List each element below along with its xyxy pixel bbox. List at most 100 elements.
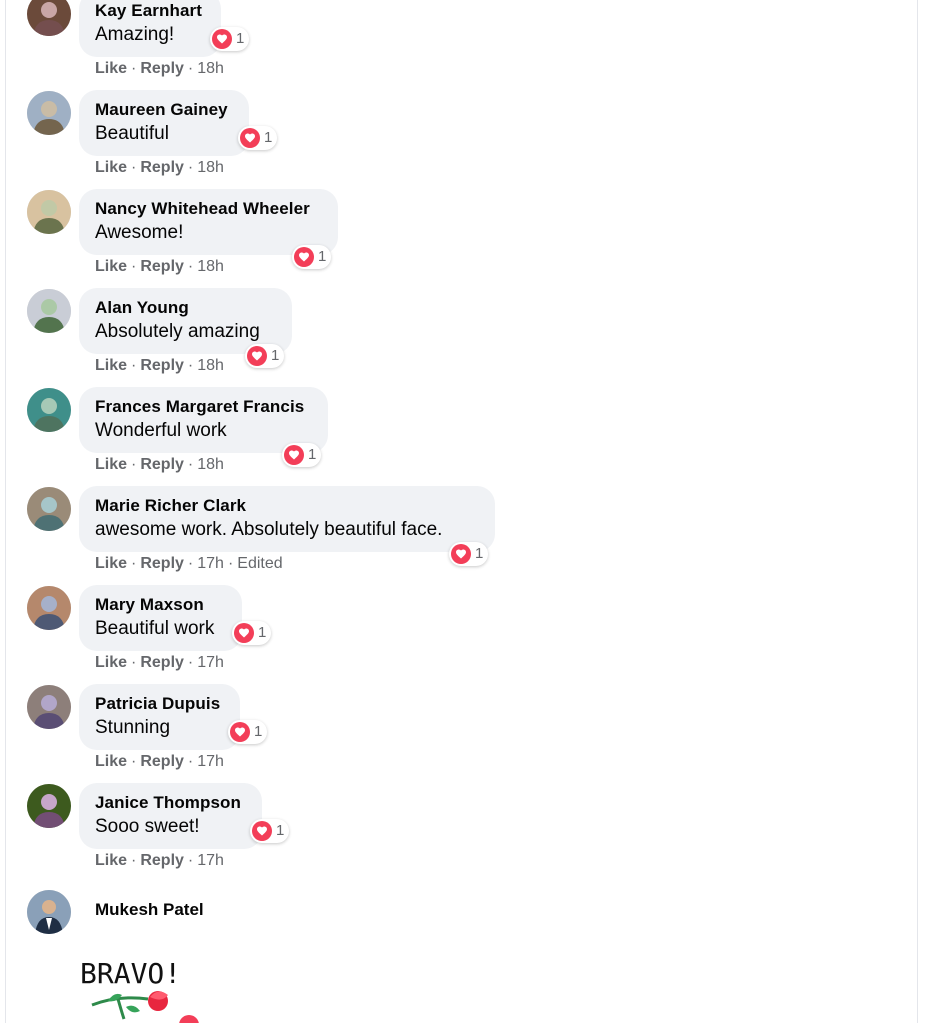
- heart-reaction-icon: [230, 722, 250, 742]
- reaction-badge[interactable]: 1: [250, 819, 290, 843]
- avatar-image: [27, 685, 71, 729]
- like-button[interactable]: Like: [95, 555, 127, 572]
- comment: Kay Earnhart Amazing! 1 Like · Reply · 18h: [0, 0, 929, 90]
- reply-button[interactable]: Reply: [140, 357, 184, 374]
- comment-author[interactable]: Mukesh Patel: [95, 900, 204, 920]
- comment: Marie Richer Clark awesome work. Absolut…: [0, 486, 929, 585]
- comment-bubble: Marie Richer Clark awesome work. Absolut…: [79, 486, 495, 552]
- comment: Nancy Whitehead Wheeler Awesome! 1 Like ·…: [0, 189, 929, 288]
- reply-button[interactable]: Reply: [140, 159, 184, 176]
- avatar-image: [27, 0, 71, 36]
- avatar-image: [27, 890, 71, 934]
- comment: Alan Young Absolutely amazing 1 Like · Rep…: [0, 288, 929, 387]
- avatar[interactable]: [27, 190, 71, 234]
- timestamp[interactable]: 18h: [197, 60, 224, 77]
- avatar[interactable]: [27, 586, 71, 630]
- avatar[interactable]: [27, 91, 71, 135]
- comment-text: Beautiful: [95, 123, 169, 144]
- comment-actions: Like · Reply · 18h: [95, 59, 224, 79]
- comment-author[interactable]: Alan Young: [95, 298, 276, 318]
- reaction-count: 1: [271, 347, 280, 364]
- comment-author[interactable]: Mary Maxson: [95, 595, 226, 615]
- avatar[interactable]: [27, 784, 71, 828]
- heart-reaction-icon: [284, 445, 304, 465]
- reaction-badge[interactable]: 1: [282, 443, 322, 467]
- heart-reaction-icon: [451, 544, 471, 564]
- avatar[interactable]: [27, 0, 71, 36]
- timestamp[interactable]: 18h: [197, 258, 224, 275]
- edited-label: Edited: [237, 555, 283, 572]
- reply-button[interactable]: Reply: [140, 258, 184, 275]
- reply-button[interactable]: Reply: [140, 852, 184, 869]
- like-button[interactable]: Like: [95, 456, 127, 473]
- separator: ·: [187, 258, 194, 275]
- separator: ·: [187, 456, 194, 473]
- reaction-badge[interactable]: 1: [210, 27, 250, 51]
- reaction-count: 1: [264, 129, 273, 146]
- reply-button[interactable]: Reply: [140, 555, 184, 572]
- separator: ·: [131, 654, 137, 671]
- reply-button[interactable]: Reply: [140, 753, 184, 770]
- separator: ·: [131, 60, 137, 77]
- heart-reaction-icon: [212, 29, 232, 49]
- comment-author[interactable]: Patricia Dupuis: [95, 694, 224, 714]
- timestamp[interactable]: 17h: [197, 654, 224, 671]
- comment-author[interactable]: Maureen Gainey: [95, 100, 233, 120]
- avatar-image: [27, 586, 71, 630]
- timestamp[interactable]: 17h: [197, 753, 224, 770]
- comment: Patricia Dupuis Stunning 1 Like · Reply · 17…: [0, 684, 929, 783]
- heart-reaction-icon: [234, 623, 254, 643]
- comment: Mary Maxson Beautiful work 1 Like · Reply ·…: [0, 585, 929, 684]
- comment-author[interactable]: Kay Earnhart: [95, 1, 205, 21]
- comment-author[interactable]: Nancy Whitehead Wheeler: [95, 199, 322, 219]
- like-button[interactable]: Like: [95, 357, 127, 374]
- comment-actions: Like · Reply · 17h: [95, 653, 224, 673]
- avatar-image: [27, 487, 71, 531]
- comment-bubble: Kay Earnhart Amazing!: [79, 0, 221, 57]
- comment: Frances Margaret Francis Wonderful work …: [0, 387, 929, 486]
- like-button[interactable]: Like: [95, 60, 127, 77]
- reaction-count: 1: [258, 624, 267, 641]
- comment-bubble: Mary Maxson Beautiful work: [79, 585, 242, 651]
- avatar[interactable]: [27, 289, 71, 333]
- heart-reaction-icon: [179, 1015, 199, 1023]
- avatar[interactable]: [27, 487, 71, 531]
- separator: ·: [187, 654, 194, 671]
- separator: ·: [187, 753, 194, 770]
- like-button[interactable]: Like: [95, 159, 127, 176]
- avatar[interactable]: [27, 388, 71, 432]
- timestamp[interactable]: 18h: [197, 456, 224, 473]
- sticker-text: BRAVO!: [80, 957, 181, 990]
- bravo-sticker[interactable]: BRAVO!: [78, 955, 228, 1023]
- reaction-count: 1: [475, 545, 484, 562]
- like-button[interactable]: Like: [95, 654, 127, 671]
- comment-author[interactable]: Janice Thompson: [95, 793, 246, 813]
- comment-bubble: Janice Thompson Sooo sweet!: [79, 783, 262, 849]
- timestamp[interactable]: 18h: [197, 159, 224, 176]
- comment-actions: Like · Reply · 18h: [95, 257, 224, 277]
- comment-text: Wonderful work: [95, 420, 227, 441]
- timestamp[interactable]: 17h: [197, 852, 224, 869]
- comment-author[interactable]: Frances Margaret Francis: [95, 397, 312, 417]
- avatar[interactable]: [27, 685, 71, 729]
- avatar[interactable]: [27, 890, 71, 934]
- timestamp[interactable]: 17h: [197, 555, 224, 572]
- comment-bubble: Patricia Dupuis Stunning: [79, 684, 240, 750]
- like-button[interactable]: Like: [95, 258, 127, 275]
- separator: ·: [131, 555, 137, 572]
- like-button[interactable]: Like: [95, 753, 127, 770]
- like-button[interactable]: Like: [95, 852, 127, 869]
- reaction-badge[interactable]: 1: [238, 126, 278, 150]
- separator: ·: [131, 357, 137, 374]
- reaction-badge[interactable]: 1: [232, 621, 272, 645]
- reaction-badge[interactable]: 1: [449, 542, 489, 566]
- reaction-badge[interactable]: 1: [292, 245, 332, 269]
- heart-reaction-icon: [294, 247, 314, 267]
- reaction-badge[interactable]: 1: [228, 720, 268, 744]
- reply-button[interactable]: Reply: [140, 456, 184, 473]
- reply-button[interactable]: Reply: [140, 654, 184, 671]
- reaction-badge[interactable]: 1: [245, 344, 285, 368]
- reply-button[interactable]: Reply: [140, 60, 184, 77]
- timestamp[interactable]: 18h: [197, 357, 224, 374]
- comment-author[interactable]: Marie Richer Clark: [95, 496, 479, 516]
